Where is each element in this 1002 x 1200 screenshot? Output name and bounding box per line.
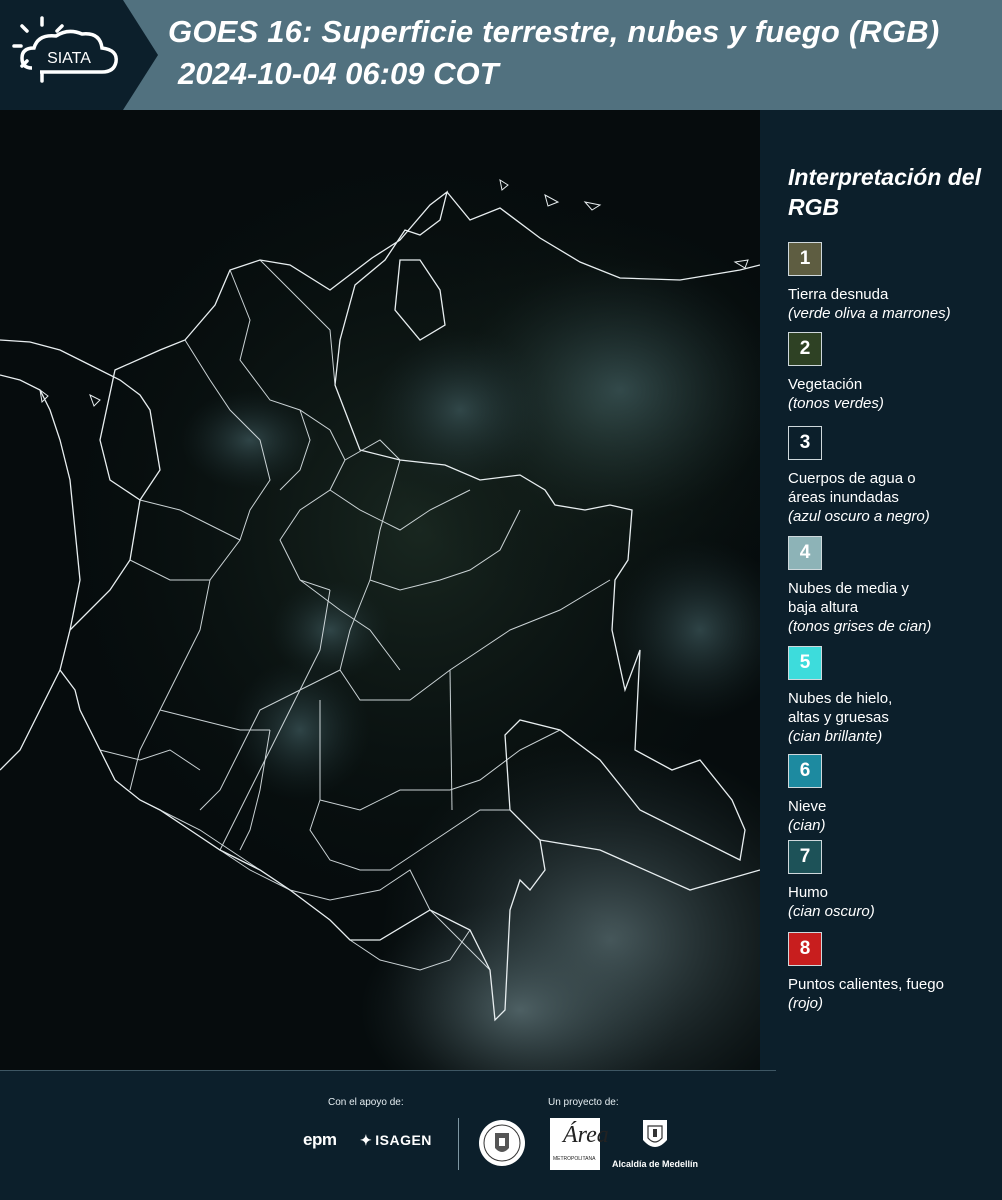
legend-swatch: 5 bbox=[788, 646, 822, 680]
area-metropolitana-logo: Área METROPOLITANA bbox=[550, 1118, 609, 1170]
map-image bbox=[0, 110, 760, 1070]
isagen-logo: ✦ ISAGEN bbox=[360, 1132, 432, 1149]
legend-item: 1 Tierra desnuda (verde oliva a marrones) bbox=[788, 242, 998, 323]
alcaldia-shield-icon bbox=[643, 1120, 667, 1147]
legend-item-label: Puntos calientes, fuego bbox=[788, 976, 944, 993]
footer-divider-line bbox=[0, 1070, 776, 1071]
epm-logo: epm bbox=[303, 1130, 337, 1149]
legend-item: 8 Puntos calientes, fuego (rojo) bbox=[788, 932, 998, 1013]
legend-item: 3 Cuerpos de agua o áreas inundadas (azul … bbox=[788, 426, 998, 526]
legend-swatch: 4 bbox=[788, 536, 822, 570]
legend-item: 4 Nubes de media y baja altura (tonos gris… bbox=[788, 536, 998, 636]
area-logo-subtext: METROPOLITANA bbox=[553, 1156, 596, 1162]
legend-item-label: Vegetación bbox=[788, 376, 863, 393]
legend-item: 6 Nieve (cian) bbox=[788, 754, 998, 835]
legend-item-label: Nubes de hielo, altas y gruesas bbox=[788, 690, 893, 726]
project-label: Un proyecto de: bbox=[548, 1097, 619, 1108]
legend-swatch: 1 bbox=[788, 242, 822, 276]
satellite-map bbox=[0, 110, 760, 1070]
legend-swatch: 7 bbox=[788, 840, 822, 874]
legend-item-label: Tierra desnuda bbox=[788, 286, 889, 303]
legend-title: Interpretación del RGB bbox=[788, 164, 981, 220]
legend-item-description: (cian) bbox=[788, 817, 826, 834]
isagen-icon: ✦ bbox=[360, 1132, 373, 1148]
legend-swatch: 6 bbox=[788, 754, 822, 788]
legend-swatch: 8 bbox=[788, 932, 822, 966]
university-seal-icon bbox=[479, 1120, 525, 1166]
support-label: Con el apoyo de: bbox=[328, 1097, 404, 1108]
legend-item: 2 Vegetación (tonos verdes) bbox=[788, 332, 998, 413]
area-logo-text: Área bbox=[563, 1122, 609, 1148]
legend-item-description: (verde oliva a marrones) bbox=[788, 305, 951, 322]
legend-panel: Interpretación del RGB 1 Tierra desnuda (v… bbox=[760, 110, 1002, 1070]
siata-logo: SIATA bbox=[12, 16, 118, 83]
legend-swatch: 3 bbox=[788, 426, 822, 460]
legend-item-description: (tonos grises de cian) bbox=[788, 618, 932, 635]
legend-item-description: (cian brillante) bbox=[788, 728, 883, 745]
page-datetime: 2024-10-04 06:09 COT bbox=[178, 56, 499, 91]
siata-logo-band: SIATA bbox=[0, 0, 158, 110]
legend-swatch: 2 bbox=[788, 332, 822, 366]
footer: Con el apoyo de: Un proyecto de: epm ✦ IS… bbox=[0, 1070, 1002, 1200]
page-title: GOES 16: Superficie terrestre, nubes y f… bbox=[168, 14, 940, 49]
legend-item-description: (cian oscuro) bbox=[788, 903, 875, 920]
legend-item-label: Nubes de media y baja altura bbox=[788, 580, 909, 616]
legend-item: 5 Nubes de hielo, altas y gruesas (cian br… bbox=[788, 646, 998, 746]
legend-item-description: (rojo) bbox=[788, 995, 824, 1012]
header: SIATA GOES 16: Superficie terrestre, nub… bbox=[0, 0, 1002, 110]
legend-item-description: (azul oscuro a negro) bbox=[788, 508, 930, 525]
legend-item-label: Humo bbox=[788, 884, 829, 901]
legend-item: 7 Humo (cian oscuro) bbox=[788, 840, 998, 921]
footer-divider bbox=[458, 1118, 459, 1170]
siata-logo-text: SIATA bbox=[47, 50, 91, 67]
legend-item-description: (tonos verdes) bbox=[788, 395, 884, 412]
alcaldia-label: Alcaldía de Medellín bbox=[612, 1159, 699, 1169]
legend-item-label: Cuerpos de agua o áreas inundadas bbox=[788, 470, 916, 506]
isagen-logo-text: ISAGEN bbox=[375, 1132, 432, 1148]
legend-item-label: Nieve bbox=[788, 798, 827, 815]
